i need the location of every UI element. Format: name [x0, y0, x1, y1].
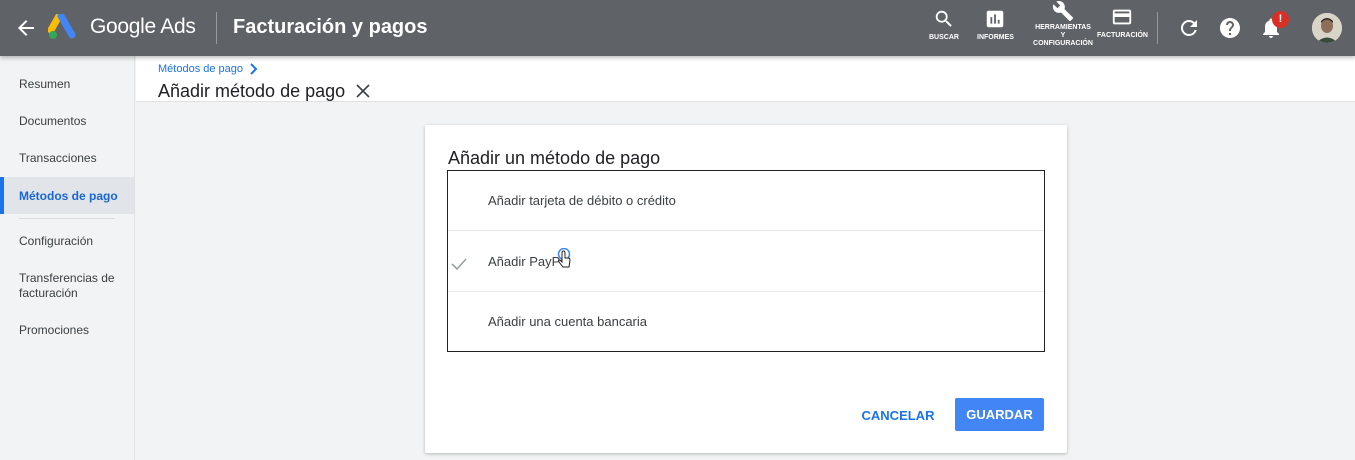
credit-card-icon	[1113, 9, 1132, 25]
sidebar-item-documents[interactable]: Documentos	[0, 114, 134, 129]
top-bar: Google Ads Facturación y pagos BUSCAR IN…	[0, 0, 1355, 56]
option-bank-label: Añadir una cuenta bancaria	[488, 314, 648, 329]
option-paypal[interactable]: Añadir PayPal	[448, 232, 1044, 292]
header-divider	[216, 12, 217, 44]
breadcrumb[interactable]: Métodos de pago	[158, 63, 259, 75]
payment-options-list: Añadir tarjeta de débito o crédito Añadi…	[447, 170, 1045, 352]
sidebar-item-summary[interactable]: Resumen	[0, 77, 134, 92]
search-icon	[935, 10, 952, 27]
billing-tool-button[interactable]: FACTURACIÓN	[1097, 6, 1148, 40]
billing-tool-label: FACTURACIÓN	[1097, 32, 1148, 39]
help-icon[interactable]	[1218, 16, 1242, 40]
product-name[interactable]: Google Ads	[90, 15, 196, 39]
option-card-label: Añadir tarjeta de débito o crédito	[488, 193, 676, 208]
sidebar-item-settings[interactable]: Configuración	[0, 234, 134, 249]
refresh-icon[interactable]	[1177, 16, 1201, 40]
search-tool-button[interactable]: BUSCAR	[929, 8, 959, 42]
search-tool-label: BUSCAR	[929, 34, 959, 41]
notification-badge: !	[1272, 11, 1289, 28]
sidebar: Resumen Documentos Transacciones Métodos…	[0, 56, 135, 460]
reports-tool-label: INFORMES	[977, 34, 1014, 41]
close-icon[interactable]	[355, 83, 371, 99]
tools-divider	[1157, 12, 1158, 44]
cancel-button[interactable]: CANCELAR	[857, 398, 939, 432]
tools-settings-button[interactable]: HERRAMIENTAS Y CONFIGURACIÓN	[1033, 0, 1093, 48]
save-button[interactable]: GUARDAR	[955, 398, 1044, 431]
sidebar-divider	[19, 218, 115, 219]
option-paypal-label: Añadir PayPal	[488, 254, 571, 269]
sidebar-item-payment-methods[interactable]: Métodos de pago	[0, 177, 134, 214]
sidebar-item-transactions[interactable]: Transacciones	[0, 151, 134, 166]
sub-page-title: Añadir método de pago	[158, 81, 346, 101]
option-card[interactable]: Añadir tarjeta de débito o crédito	[448, 171, 1044, 231]
back-arrow-icon[interactable]	[14, 16, 38, 40]
breadcrumb-link[interactable]: Métodos de pago	[158, 63, 243, 75]
wrench-icon	[1052, 1, 1074, 22]
avatar-image	[1312, 13, 1342, 43]
check-icon	[451, 258, 467, 271]
sidebar-item-promotions[interactable]: Promociones	[0, 323, 134, 338]
chevron-right-icon	[250, 63, 258, 75]
page-title: Facturación y pagos	[233, 16, 428, 38]
reports-icon	[987, 10, 1004, 28]
card-title: Añadir un método de pago	[448, 148, 661, 168]
sidebar-item-billing-transfers[interactable]: Transferencias de facturación	[0, 271, 120, 301]
option-bank-account[interactable]: Añadir una cuenta bancaria	[448, 292, 1044, 352]
reports-tool-button[interactable]: INFORMES	[977, 8, 1014, 42]
google-ads-logo[interactable]	[48, 14, 78, 40]
sub-header: Métodos de pago Añadir método de pago	[136, 56, 1355, 102]
payment-method-card: Añadir un método de pago Añadir tarjeta …	[425, 125, 1067, 453]
tools-settings-label: HERRAMIENTAS Y CONFIGURACIÓN	[1033, 24, 1093, 47]
avatar[interactable]	[1312, 13, 1342, 43]
